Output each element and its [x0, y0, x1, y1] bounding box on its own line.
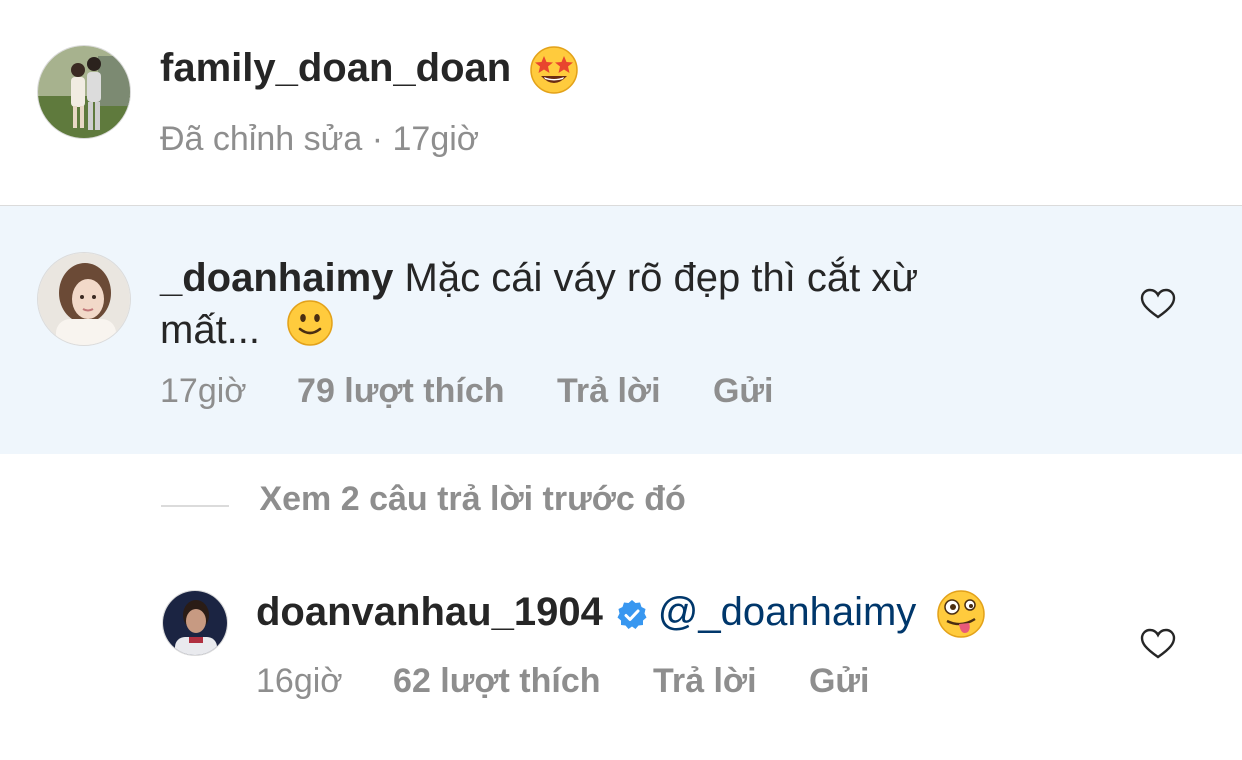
comment-likes[interactable]: 79 lượt thích — [297, 372, 505, 410]
post-meta: Đã chỉnh sửa · 17giờ — [160, 120, 480, 158]
like-comment-button[interactable] — [1140, 288, 1176, 325]
like-reply-button[interactable] — [1140, 628, 1176, 665]
heart-icon — [1140, 628, 1176, 659]
post-author-line: family_doan_doan — [160, 46, 580, 101]
zany-face-emoji-icon — [935, 588, 987, 645]
verified-badge-icon — [615, 598, 649, 637]
highlighted-comment: _doanhaimy Mặc cái váy rõ đẹp thì cắt xừ… — [0, 206, 1242, 454]
commenter-username[interactable]: _doanhaimy — [160, 256, 393, 300]
reply-reply-button[interactable]: Trả lời — [653, 662, 757, 700]
post-author-avatar[interactable] — [37, 45, 131, 139]
comment-actions: 17giờ 79 lượt thích Trả lời Gửi — [160, 372, 774, 411]
reply-likes[interactable]: 62 lượt thích — [393, 662, 601, 700]
replier-avatar[interactable] — [162, 590, 228, 656]
heart-icon — [1140, 288, 1176, 319]
slightly-smiling-emoji-icon — [285, 298, 335, 361]
replier-username[interactable]: doanvanhau_1904 — [256, 590, 603, 634]
reply-time: 16giờ — [256, 662, 343, 700]
view-previous-replies[interactable]: Xem 2 câu trả lời trước đó — [161, 480, 686, 519]
comment-time: 17giờ — [160, 372, 247, 410]
send-button[interactable]: Gửi — [713, 372, 774, 410]
view-replies-label[interactable]: Xem 2 câu trả lời trước đó — [259, 480, 685, 518]
comment-text-continued: mất... — [160, 308, 261, 353]
commenter-avatar[interactable] — [37, 252, 131, 346]
reply-send-button[interactable]: Gửi — [809, 662, 870, 700]
comment-body: _doanhaimy Mặc cái váy rõ đẹp thì cắt xừ… — [160, 252, 1100, 361]
star-struck-emoji-icon — [528, 44, 580, 101]
post-header: family_doan_doan Đã chỉnh sửa · 17giờ — [0, 0, 1242, 205]
reply-button[interactable]: Trả lời — [557, 372, 661, 410]
post-author-username[interactable]: family_doan_doan — [160, 46, 511, 90]
reply-mention[interactable]: @_doanhaimy — [658, 590, 917, 634]
comment-text: Mặc cái váy rõ đẹp thì cắt xừ — [404, 256, 919, 300]
replies-line-divider — [161, 504, 229, 507]
reply-body: doanvanhau_1904 @_doanhaimy — [256, 590, 987, 645]
reply-actions: 16giờ 62 lượt thích Trả lời Gửi — [256, 662, 870, 701]
